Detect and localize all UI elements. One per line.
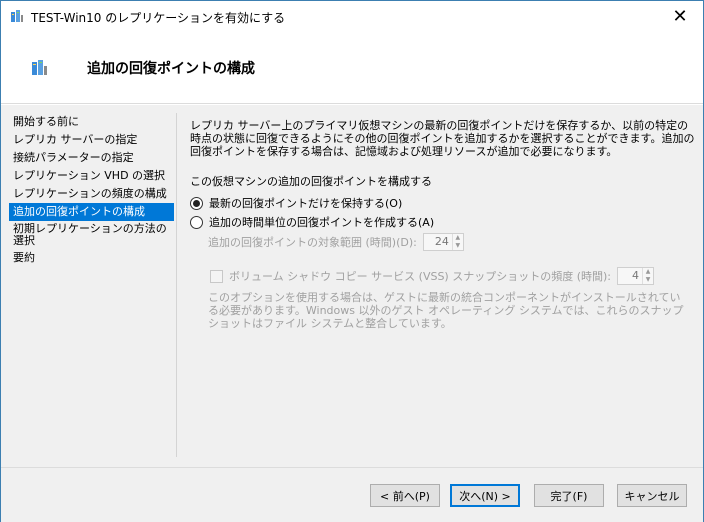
- nav-item-replication-vhd[interactable]: レプリケーション VHD の選択: [9, 167, 174, 185]
- radio-latest-only[interactable]: 最新の回復ポイントだけを保持する(O): [190, 195, 402, 211]
- nav-item-recovery-points[interactable]: 追加の回復ポイントの構成: [9, 203, 174, 221]
- window-title: TEST-Win10 のレプリケーションを有効にする: [31, 11, 286, 25]
- vss-frequency-spinner[interactable]: 4 ▲ ▼: [617, 267, 655, 285]
- back-button[interactable]: < 前へ(P): [370, 484, 440, 507]
- title-bar: TEST-Win10 のレプリケーションを有効にする ✕: [1, 1, 703, 31]
- nav-item-connection-params[interactable]: 接続パラメーターの指定: [9, 149, 174, 167]
- section-label: この仮想マシンの追加の回復ポイントを構成する: [190, 175, 432, 188]
- nav-item-replica-server[interactable]: レプリカ サーバーの指定: [9, 131, 174, 149]
- spin-up-icon[interactable]: ▲: [453, 234, 463, 242]
- vss-frequency-value[interactable]: 4: [618, 268, 642, 284]
- next-button[interactable]: 次へ(N) >: [450, 484, 520, 507]
- vss-checkbox[interactable]: [210, 269, 223, 283]
- page-header: 追加の回復ポイントの構成: [1, 31, 703, 104]
- finish-button[interactable]: 完了(F): [534, 484, 604, 507]
- spin-down-icon[interactable]: ▼: [643, 276, 653, 284]
- wizard-nav: 開始する前に レプリカ サーバーの指定 接続パラメーターの指定 レプリケーション…: [9, 113, 174, 267]
- radio-hourly-points[interactable]: 追加の時間単位の回復ポイントを作成する(A): [190, 214, 434, 230]
- nav-item-initial-replication[interactable]: 初期レプリケーションの方法の選択: [9, 221, 174, 249]
- vss-frequency-label: ボリューム シャドウ コピー サービス (VSS) スナップショットの頻度 (時…: [229, 270, 612, 283]
- integration-note: このオプションを使用する場合は、ゲストに最新の統合コンポーネントがインストールさ…: [208, 291, 684, 330]
- hyperv-wizard-icon: [32, 60, 47, 75]
- nav-item-summary[interactable]: 要約: [9, 249, 174, 267]
- coverage-range-row: 追加の回復ポイントの対象範囲 (時間)(D): 24 ▲ ▼: [208, 233, 464, 251]
- radio-latest-indicator[interactable]: [190, 196, 203, 210]
- vss-frequency-row: ボリューム シャドウ コピー サービス (VSS) スナップショットの頻度 (時…: [210, 267, 655, 285]
- coverage-range-spinner[interactable]: 24 ▲ ▼: [422, 233, 464, 251]
- nav-divider: [176, 113, 177, 457]
- nav-item-before-you-begin[interactable]: 開始する前に: [9, 113, 174, 131]
- spin-down-icon[interactable]: ▼: [453, 242, 463, 250]
- coverage-range-value[interactable]: 24: [424, 234, 452, 250]
- wizard-window: TEST-Win10 のレプリケーションを有効にする ✕ 追加の回復ポイントの構…: [0, 0, 704, 522]
- spin-up-icon[interactable]: ▲: [643, 268, 653, 276]
- description-text: レプリカ サーバー上のプライマリ仮想マシンの最新の回復ポイントだけを保存するか、…: [190, 119, 695, 158]
- radio-hourly-indicator[interactable]: [190, 215, 203, 229]
- page-title: 追加の回復ポイントの構成: [87, 61, 255, 77]
- main-panel: レプリカ サーバー上のプライマリ仮想マシンの最新の回復ポイントだけを保存するか、…: [190, 119, 695, 158]
- radio-latest-label: 最新の回復ポイントだけを保持する(O): [209, 197, 403, 210]
- cancel-button[interactable]: キャンセル: [617, 484, 687, 507]
- close-icon: ✕: [672, 5, 688, 27]
- nav-item-replication-frequency[interactable]: レプリケーションの頻度の構成: [9, 185, 174, 203]
- radio-hourly-label: 追加の時間単位の回復ポイントを作成する(A): [209, 216, 435, 229]
- hyperv-app-icon: [11, 10, 23, 22]
- close-button[interactable]: ✕: [657, 1, 703, 31]
- coverage-range-label: 追加の回復ポイントの対象範囲 (時間)(D):: [208, 236, 417, 249]
